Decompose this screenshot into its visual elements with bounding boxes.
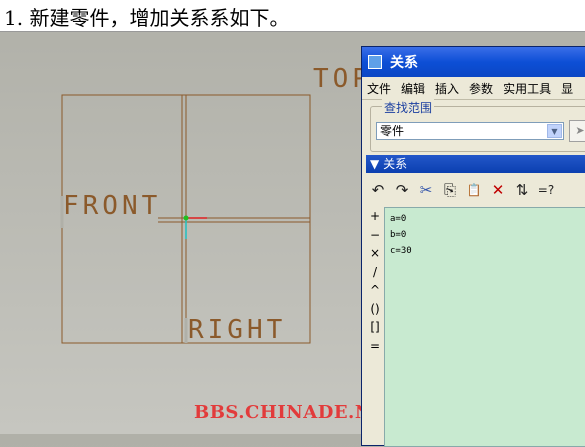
relations-header-label: 关系: [383, 157, 408, 171]
cut-icon[interactable]: ✂: [414, 179, 438, 201]
front-plane-label[interactable]: FRONT: [63, 191, 161, 221]
relation-line: a=0: [390, 214, 407, 224]
relation-line: b=0: [390, 230, 407, 240]
copy-icon[interactable]: ⎘: [438, 179, 462, 201]
window-icon: [368, 55, 382, 69]
select-pointer-button[interactable]: ➤: [569, 120, 585, 142]
sort-icon[interactable]: ⇅: [510, 179, 534, 201]
relation-line: c=30: [390, 246, 412, 256]
right-plane-label[interactable]: RIGHT: [188, 315, 286, 345]
menu-parameters[interactable]: 参数: [464, 80, 498, 97]
menu-file[interactable]: 文件: [362, 80, 396, 97]
instruction-caption: 1. 新建零件，增加关系系如下。: [0, 0, 585, 32]
csys-origin: [183, 215, 189, 221]
evaluate-icon[interactable]: =?: [534, 179, 558, 201]
operator-multiply[interactable]: ×: [366, 244, 384, 263]
operator-palette: + − × / ^ () [] =: [366, 207, 384, 447]
menu-utilities[interactable]: 实用工具: [498, 80, 556, 97]
delete-icon[interactable]: ✕: [486, 179, 510, 201]
cursor-arrow-icon: ➤: [575, 124, 585, 137]
collapse-triangle-icon: ▼: [370, 157, 380, 171]
undo-icon[interactable]: ↶: [366, 179, 390, 201]
menu-insert[interactable]: 插入: [430, 80, 464, 97]
operator-brackets[interactable]: []: [366, 318, 384, 337]
relations-section-header[interactable]: ▼ 关系: [366, 155, 585, 173]
menu-edit[interactable]: 编辑: [396, 80, 430, 97]
operator-equals[interactable]: =: [366, 337, 384, 356]
dialog-title: 关系: [390, 55, 418, 71]
lookup-select-value: 零件: [380, 124, 405, 138]
menu-show[interactable]: 显: [556, 80, 578, 97]
operator-plus[interactable]: +: [366, 207, 384, 226]
redo-icon[interactable]: ↷: [390, 179, 414, 201]
chevron-down-icon[interactable]: ▼: [547, 124, 562, 138]
lookup-label: 查找范围: [382, 99, 435, 116]
operator-power[interactable]: ^: [366, 281, 384, 300]
menu-bar: 文件 编辑 插入 参数 实用工具 显: [362, 77, 585, 100]
relations-toolbar: ↶ ↷ ✂ ⎘ 📋 ✕ ⇅ =?: [366, 177, 585, 203]
lookup-select[interactable]: 零件 ▼: [376, 122, 564, 140]
dialog-title-bar[interactable]: 关系: [362, 47, 585, 77]
operator-parentheses[interactable]: (): [366, 300, 384, 319]
operator-divide[interactable]: /: [366, 263, 384, 282]
paste-icon[interactable]: 📋: [462, 179, 486, 201]
relations-editor[interactable]: a=0 b=0 c=30: [384, 207, 585, 447]
relations-dialog: 关系 文件 编辑 插入 参数 实用工具 显 查找范围 零件 ▼ ➤ ▼ 关系 ↶…: [361, 46, 585, 447]
operator-minus[interactable]: −: [366, 226, 384, 245]
